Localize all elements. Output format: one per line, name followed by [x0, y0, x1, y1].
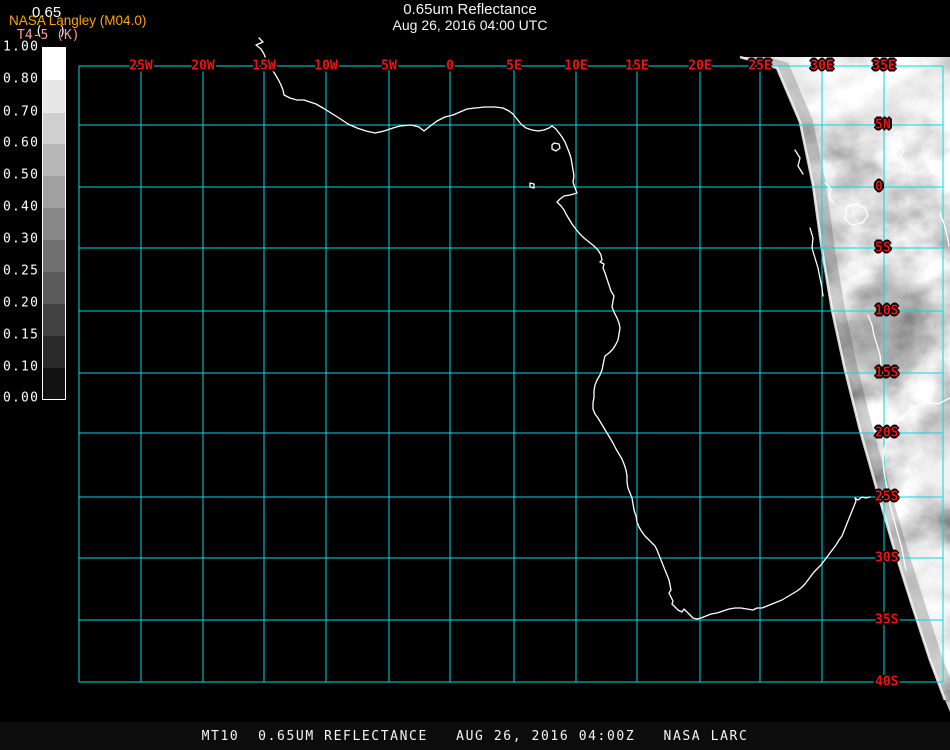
lat-label-0: 0	[875, 179, 883, 195]
lon-label-15W: 15W	[252, 58, 276, 74]
product-subtitle: Aug 26, 2016 04:00 UTC	[392, 17, 548, 33]
lat-label-15S: 15S	[875, 365, 899, 381]
lat-label-5N: 5N	[875, 117, 891, 133]
lon-label-35E: 35E	[872, 58, 896, 74]
lat-label-25S: 25S	[875, 489, 899, 505]
colorbar-tick-label: 0.25	[3, 263, 40, 279]
lon-label-5E: 5E	[506, 58, 522, 74]
colorbar-segment	[43, 336, 65, 368]
satellite-product-view: 0.65 NASA Langley (M04.0) ( ) T4-5 (K) 0…	[0, 0, 950, 750]
colorbar	[42, 47, 66, 400]
lat-label-30S: 30S	[875, 550, 899, 566]
colorbar-tick-label: 0.50	[3, 167, 40, 183]
lon-label-15E: 15E	[625, 58, 649, 74]
lat-label-40S: 40S	[875, 674, 899, 690]
satellite-swath-image	[740, 57, 950, 712]
lat-label-20S: 20S	[875, 425, 899, 441]
colorbar-segment	[43, 368, 65, 399]
colorbar-tick-label: 0.20	[3, 295, 40, 311]
colorbar-segment	[43, 304, 65, 336]
colorbar-segment	[43, 272, 65, 304]
colorbar-tick-label: 0.60	[3, 135, 40, 151]
colorbar-tick-label: 0.00	[3, 390, 40, 406]
lon-label-0: 0	[446, 58, 454, 74]
title-block: 0.65um Reflectance Aug 26, 2016 04:00 UT…	[250, 2, 690, 33]
colorbar-tick-label: 0.15	[3, 327, 40, 343]
lon-label-20W: 20W	[191, 58, 215, 74]
colorbar-segment	[43, 240, 65, 272]
lon-label-10E: 10E	[564, 58, 588, 74]
colorbar-tick-label: 0.40	[3, 199, 40, 215]
lat-label-5S: 5S	[875, 240, 891, 256]
colorbar-tick-label: 0.70	[3, 104, 40, 120]
colorbar-segment	[43, 208, 65, 240]
lon-label-5W: 5W	[381, 58, 397, 74]
lon-label-25W: 25W	[129, 58, 153, 74]
lat-label-35S: 35S	[875, 612, 899, 628]
colorbar-segment	[43, 48, 65, 80]
lat-label-10S: 10S	[875, 303, 899, 319]
lon-label-10W: 10W	[314, 58, 338, 74]
source-label: NASA Langley (M04.0)	[9, 13, 147, 28]
colorbar-segment	[43, 80, 65, 113]
lon-label-20E: 20E	[688, 58, 712, 74]
colorbar-segment	[43, 176, 65, 208]
lon-label-30E: 30E	[810, 58, 834, 74]
colorbar-tick-label: 0.10	[3, 359, 40, 375]
colorbar-tick-label: 1.00	[3, 39, 40, 55]
product-title: 0.65um Reflectance	[403, 1, 537, 18]
map-area	[78, 37, 950, 712]
footer-caption: MT10 0.65UM REFLECTANCE AUG 26, 2016 04:…	[201, 729, 749, 744]
colorbar-segment	[43, 144, 65, 176]
lon-label-25E: 25E	[748, 58, 772, 74]
colorbar-tick-label: 0.30	[3, 231, 40, 247]
colorbar-tick-label: 0.80	[3, 71, 40, 87]
colorbar-segment	[43, 113, 65, 144]
